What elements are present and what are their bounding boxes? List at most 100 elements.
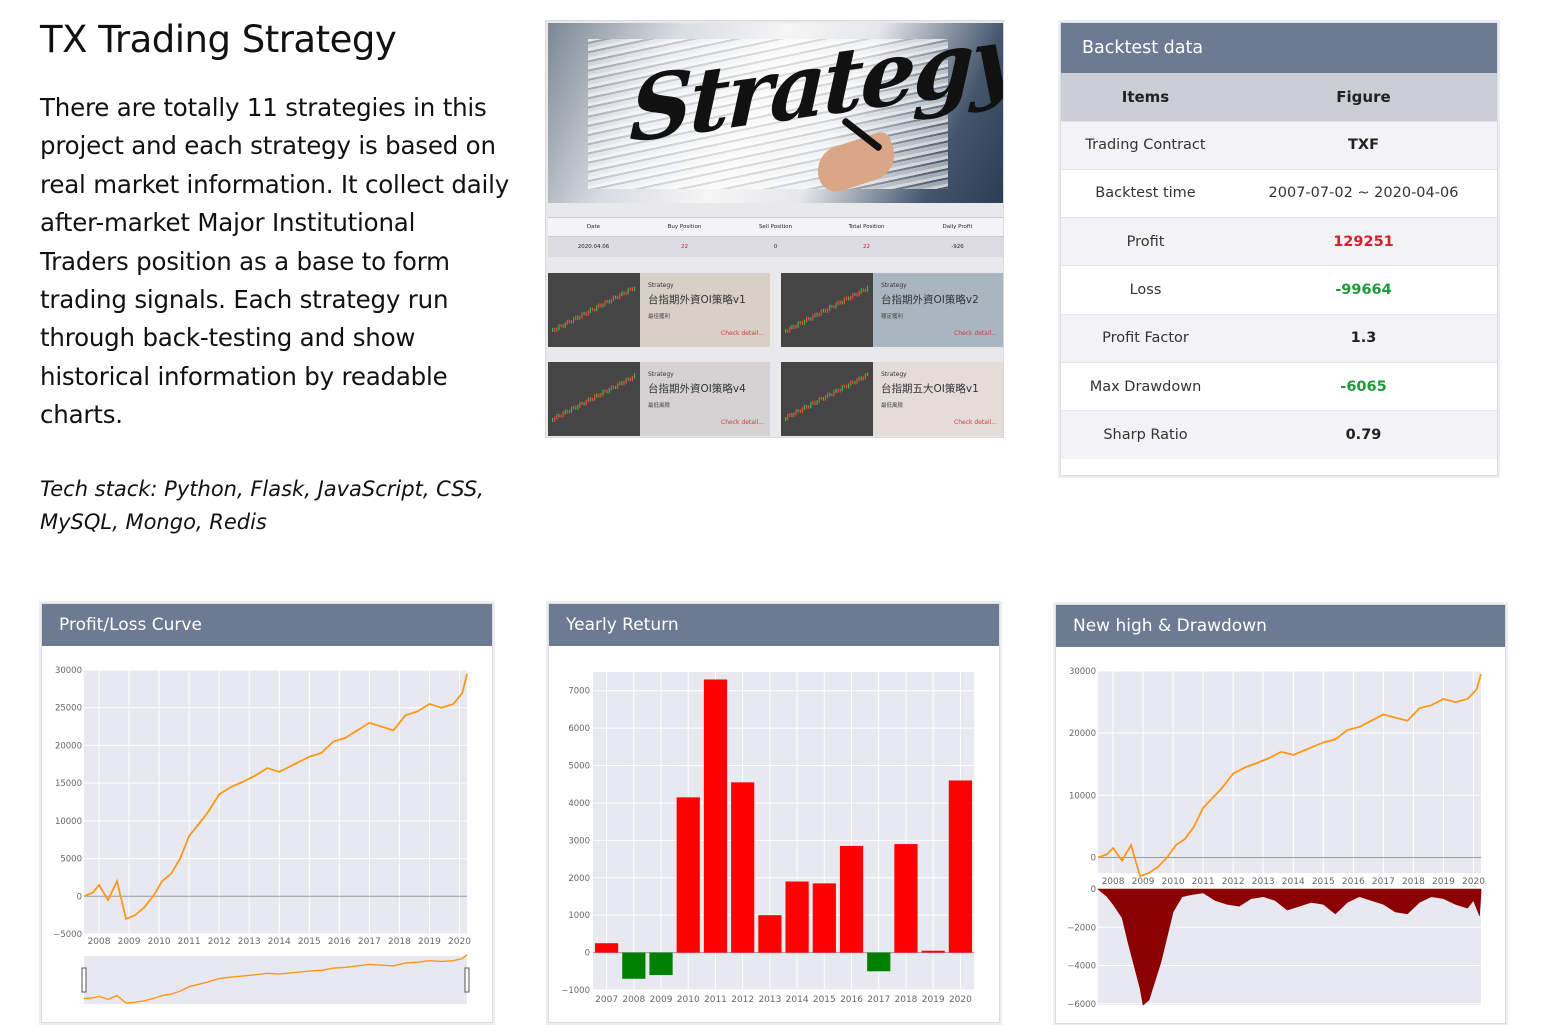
yearly-return-bar <box>867 952 891 972</box>
strategy-label: Strategy <box>881 282 907 289</box>
backtest-panel: Backtest data Items Figure Trading Contr… <box>1060 22 1498 476</box>
x-tick-label: 2014 <box>268 937 291 947</box>
cell-date: 2020.04.06 <box>577 244 610 250</box>
yearly-return-bar <box>894 844 918 953</box>
x-tick-label: 2013 <box>758 995 781 1005</box>
strategy-thumbnail <box>548 362 640 436</box>
profit-loss-chart: 2008 2009 2010 2011 2012 2013 2014 2015 2016 2017… <box>53 666 471 1004</box>
page-title: TX Trading Strategy <box>40 18 397 61</box>
backtest-row: Profit 129251 <box>1061 217 1497 266</box>
y-tick-label: 6000 <box>568 724 590 734</box>
yearly-return-title: Yearly Return <box>549 604 999 646</box>
x-tick-label: 2017 <box>358 937 381 947</box>
range-handle-left <box>81 967 87 993</box>
tech-stack: Tech stack: Python, Flask, JavaScript, C… <box>40 476 484 534</box>
x-tick-label: 2015 <box>813 995 836 1005</box>
x-tick-label: 2018 <box>388 937 411 947</box>
new-high-drawdown-title: New high & Drawdown <box>1056 605 1505 647</box>
project-description: There are totally 11 strategies in this … <box>40 93 510 430</box>
hero-banner: Strategy <box>548 23 1003 203</box>
col-figure: Figure <box>1229 73 1497 121</box>
check-detail-link[interactable]: Check detail... <box>954 419 997 426</box>
check-detail-link[interactable]: Check detail... <box>721 330 764 337</box>
strategy-info: Strategy 台指期外資OI策略v2 穩定獲利 Check detail... <box>873 273 1003 347</box>
x-tick-label: 2009 <box>650 995 673 1005</box>
backtest-row: Backtest time 2007-07-02 ~ 2020-04-06 <box>1061 168 1497 218</box>
backtest-row: Sharp Ratio 0.79 <box>1061 410 1497 460</box>
position-table: Date Buy Position Sell Position Total Po… <box>548 217 1003 257</box>
backtest-value: 129251 <box>1229 217 1497 266</box>
cell-sell: 0 <box>773 244 778 250</box>
backtest-item: Max Drawdown <box>1061 361 1230 411</box>
x-tick-label: 2014 <box>786 995 809 1005</box>
backtest-value: -6065 <box>1229 361 1497 411</box>
plot-area <box>84 670 467 934</box>
header-total: Total Position <box>848 224 885 230</box>
yearly-return-bar <box>839 845 864 953</box>
new-high-drawdown-chart: 2008 2009 2010 2011 2012 2013 2014 2015 2016 2017… <box>1067 667 1485 1010</box>
x-tick-label: 2008 <box>622 995 645 1005</box>
strategy-card[interactable]: Strategy 台指期五大OI策略v1 最低風險 Check detail... <box>781 362 1003 436</box>
x-tick-label: 2019 <box>418 937 441 947</box>
strategy-name: 台指期外資OI策略v1 <box>648 294 746 306</box>
y-tick-label: −6000 <box>1067 1000 1096 1010</box>
plot-area-top <box>1098 671 1481 873</box>
y-tick-label: 0 <box>1091 885 1096 895</box>
x-tick-label: 2019 <box>1432 877 1455 887</box>
y-tick-label: 0 <box>1091 853 1096 863</box>
check-detail-link[interactable]: Check detail... <box>954 330 997 337</box>
strategy-label: Strategy <box>648 371 674 378</box>
y-tick-label: −4000 <box>1067 962 1096 972</box>
backtest-value: 0.79 <box>1229 410 1497 460</box>
backtest-item: Profit Factor <box>1061 313 1230 363</box>
x-tick-label: 2007 <box>595 995 618 1005</box>
x-tick-label: 2018 <box>1402 877 1425 887</box>
col-items: Items <box>1061 73 1230 121</box>
strategy-label: Strategy <box>648 282 674 289</box>
strategy-info: Strategy 台指期外資OI策略v1 最佳獲利 Check detail... <box>640 273 770 347</box>
y-tick-label: 5000 <box>568 762 590 772</box>
backtest-item: Backtest time <box>1061 168 1230 218</box>
backtest-row: Trading Contract TXF <box>1061 120 1497 170</box>
strategy-name: 台指期外資OI策略v2 <box>881 294 979 306</box>
x-tick-label: 2013 <box>238 937 261 947</box>
strategy-card[interactable]: Strategy 台指期外資OI策略v4 最低風險 Check detail... <box>548 362 770 436</box>
backtest-table: Items Figure Trading Contract TXF Backtest… <box>1061 73 1497 460</box>
x-tick-label: 2011 <box>178 937 201 947</box>
y-tick-label: 25000 <box>55 704 82 714</box>
x-tick-label: 2014 <box>1282 877 1305 887</box>
project-screenshot: Strategy Date Buy Position Sell Position… <box>545 20 1004 438</box>
strategy-label: Strategy <box>881 371 907 378</box>
x-tick-label: 2009 <box>118 937 141 947</box>
yearly-return-bar <box>785 881 809 953</box>
yearly-return-bar <box>676 797 700 953</box>
y-tick-label: 5000 <box>60 855 82 865</box>
strategy-card[interactable]: Strategy 台指期外資OI策略v2 穩定獲利 Check detail... <box>781 273 1003 347</box>
backtest-row: Max Drawdown -6065 <box>1061 361 1497 411</box>
x-tick-label: 2013 <box>1252 877 1275 887</box>
x-tick-label: 2015 <box>298 937 321 947</box>
backtest-value: 1.3 <box>1229 313 1497 363</box>
yearly-return-bar <box>649 952 673 976</box>
y-tick-label: 1000 <box>568 911 590 921</box>
y-tick-label: −5000 <box>53 930 82 940</box>
x-tick-label: 2012 <box>208 937 231 947</box>
y-tick-label: −2000 <box>1067 923 1096 933</box>
yearly-return-bar <box>622 952 646 979</box>
y-tick-label: 7000 <box>568 687 590 697</box>
y-tick-label: 0 <box>585 949 590 959</box>
check-detail-link[interactable]: Check detail... <box>721 419 764 426</box>
new-high-drawdown-panel: New high & Drawdown 2008 2009 2010 2011 2012… <box>1055 604 1506 1024</box>
y-tick-label: 10000 <box>1069 791 1096 801</box>
y-tick-label: 20000 <box>1069 729 1096 739</box>
backtest-value: -99664 <box>1229 265 1497 315</box>
yearly-return-bar <box>812 883 836 953</box>
x-tick-label: 2017 <box>867 995 890 1005</box>
x-tick-label: 2009 <box>1132 877 1155 887</box>
y-tick-label: 30000 <box>55 666 82 676</box>
strategy-card[interactable]: Strategy 台指期外資OI策略v1 最佳獲利 Check detail... <box>548 273 770 347</box>
y-tick-label: −1000 <box>561 986 590 996</box>
backtest-item: Trading Contract <box>1061 120 1230 170</box>
cell-buy: 22 <box>681 244 688 250</box>
x-tick-label: 2020 <box>949 995 972 1005</box>
